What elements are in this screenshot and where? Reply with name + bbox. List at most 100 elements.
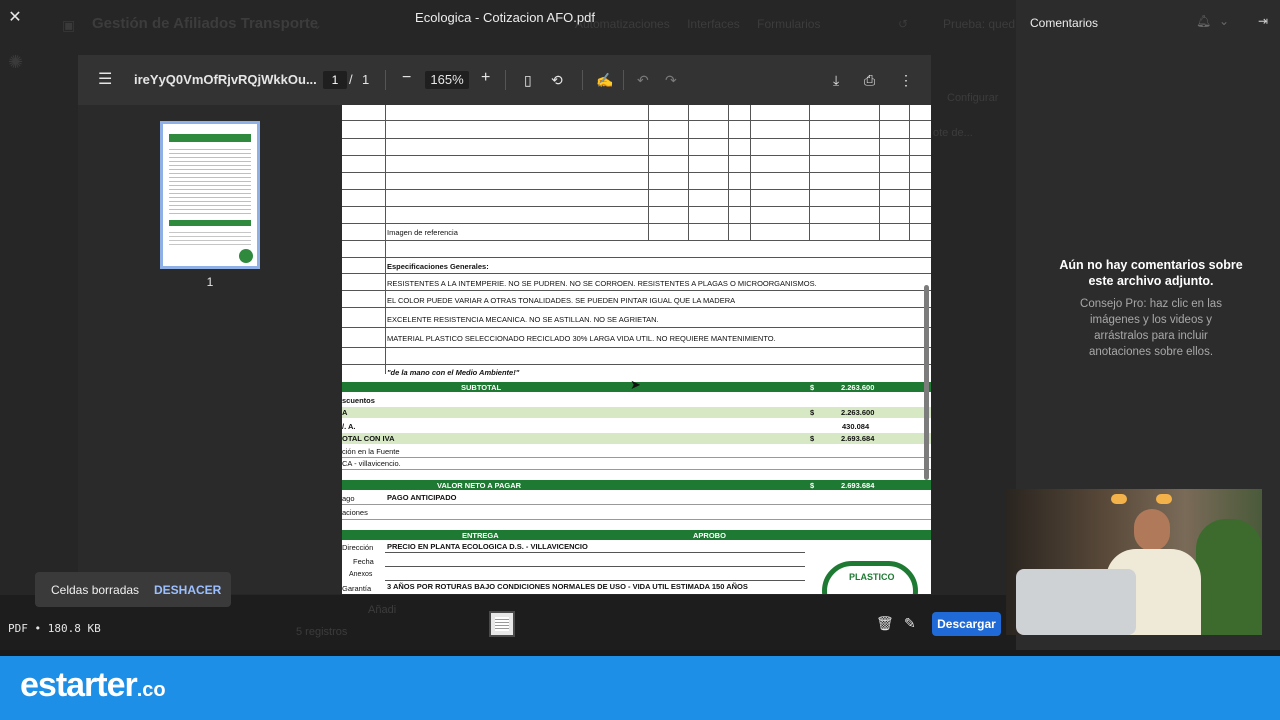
toolbar-divider [505,70,506,90]
annotate-icon[interactable]: ✍ [596,71,613,89]
plant [1196,519,1262,635]
slogan: "de la mano con el Medio Ambiente!" [387,368,520,377]
table-line [342,273,931,274]
redo-icon[interactable]: ↷ [665,71,677,89]
undo-button[interactable]: DESHACER [154,583,221,597]
image-reference-label: Imagen de referencia [387,228,458,237]
pdf-toolbar: ☰ ireYyQ0VmOfRjvRQjWkkOu... 1 / 1 − 165%… [78,55,931,105]
toast-message: Celdas borradas [51,583,140,597]
loading-icon: ✺ [8,52,24,72]
toolbar-divider [385,70,386,90]
table-line [342,290,931,291]
page-total: 1 [362,72,370,87]
thumbnail-page-label: 1 [206,275,214,289]
thumbnail-bar [169,220,251,226]
table-line [342,519,931,520]
more-options-icon[interactable]: ⋮ [899,71,913,89]
rotate-icon[interactable]: ⟲ [551,71,563,89]
download-button[interactable]: Descargar [932,612,1001,636]
undo-icon[interactable]: ↶ [637,71,649,89]
table-line [342,223,931,224]
subtotal-label: SUBTOTAL [461,383,502,392]
address-value: PRECIO EN PLANTA ECOLOGICA D.S. - VILLAV… [387,542,588,551]
delivery-bar: ENTREGA APROBO [342,530,931,540]
comments-title: Comentarios [1030,16,1099,30]
zoom-in-button[interactable]: + [481,69,490,87]
warranty-label: Garantía [342,584,372,593]
table-line [385,580,805,581]
table-line [342,240,931,241]
fit-page-icon[interactable]: ▯ [524,71,532,89]
spec-item: EXCELENTE RESISTENCIA MECANICA. NO SE AS… [387,315,659,324]
laptop [1016,569,1136,635]
total-value: 2.693.684 [841,434,875,443]
pdf-file-name: ireYyQ0VmOfRjvRQjWkkOu... [134,72,317,87]
spec-item: RESISTENTES A LA INTEMPERIE. NO SE PUDRE… [387,279,817,288]
pdf-page: Imagen de referencia Especificaciones Ge… [342,105,931,594]
file-info: PDF • 180.8 KB [8,622,101,635]
net-label: VALOR NETO A PAGAR [437,481,522,490]
discounts-label: scuentos [342,396,375,405]
row-a-value: 2.263.600 [841,408,875,417]
pdf-scrollbar[interactable] [924,285,929,480]
seal-text: PLASTICO [849,572,895,582]
comments-tip: Consejo Pro: haz clic en las imágenes y … [1080,298,1222,358]
bell-icon[interactable]: 🔔︎ [1196,14,1211,28]
print-icon[interactable]: ⎙ [864,71,875,89]
page-number-input[interactable]: 1 [323,71,347,89]
thumbnail-seal [239,249,253,263]
collapse-panel-icon[interactable]: ⇥ [1258,14,1268,28]
zoom-level[interactable]: 165% [425,71,469,89]
thumbnail-lines [169,229,251,247]
thumbnail-pane: 1 [78,105,342,594]
date-label: Fecha [353,557,374,566]
lamp-light [1111,494,1127,504]
table-line [342,155,931,156]
iva-value: 430.084 [842,422,870,431]
table-line [385,566,805,567]
table-line [342,347,931,348]
person-head [1134,509,1170,551]
total-row: OTAL CON IVA $ 2.693.684 [342,433,931,444]
trash-icon[interactable]: 🗑︎ [876,615,894,632]
brand-suffix: .co [136,679,166,701]
spec-item: EL COLOR PUEDE VARIAR A OTRAS TONALIDADE… [387,296,736,305]
table-line [342,307,931,308]
attachment-thumbnail-preview [495,617,509,631]
attachment-thumbnail[interactable] [489,611,515,637]
iva-label: /. A. [342,422,356,431]
currency-symbol: $ [810,383,815,392]
page-separator: / [349,72,353,87]
records-label: 5 registros [296,626,348,638]
webcam-overlay [1006,489,1262,635]
retention-label: ción en la Fuente [342,447,400,456]
edit-icon[interactable]: ✎ [904,615,916,632]
menu-icon[interactable]: ☰ [98,71,112,89]
background-side-text: ote de... [933,127,973,139]
row-a-label: A [342,408,348,417]
subtotal-value: 2.263.600 [841,383,875,392]
page-thumbnail[interactable] [160,121,260,269]
chevron-down-icon[interactable]: ⌄ [1219,14,1229,28]
table-line [342,469,931,470]
screen: ▣ Gestión de Afiliados Transporte ⌄ ✺ Au… [0,0,1280,720]
toast: Celdas borradas DESHACER [35,572,231,607]
net-value: 2.693.684 [841,481,875,490]
row-a: A $ 2.263.600 [342,407,931,418]
thumbnail-header [169,134,251,142]
table-line [342,138,931,139]
table-line [342,189,931,190]
delivery-label: ENTREGA [462,531,499,540]
table-line [342,257,931,258]
net-total-bar: VALOR NETO A PAGAR $ 2.693.684 [342,480,931,490]
zoom-out-button[interactable]: − [402,69,411,87]
payment-label: ago [342,494,355,503]
configure-label: Configurar [947,92,999,104]
download-icon[interactable]: ⤓ [833,71,839,89]
table-line [342,120,931,121]
brand-logo: estarter.co [20,666,166,705]
approve-label: APROBO [693,531,726,540]
table-line [342,172,931,173]
pdf-viewer: ☰ ireYyQ0VmOfRjvRQjWkkOu... 1 / 1 − 165%… [78,55,931,594]
table-line [342,327,931,328]
